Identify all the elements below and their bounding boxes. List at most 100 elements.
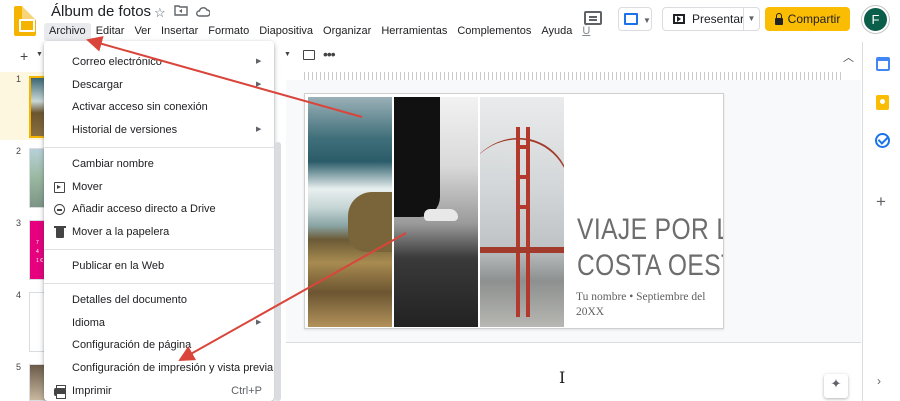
- menu-last-edit[interactable]: Ú: [577, 23, 595, 41]
- new-slide-icon[interactable]: +: [20, 48, 28, 64]
- menu-separator: [44, 147, 274, 148]
- cloud-icon[interactable]: [195, 5, 211, 20]
- menu-item-print-preview[interactable]: Configuración de impresión y vista previ…: [44, 358, 274, 380]
- menu-complementos[interactable]: Complementos: [452, 23, 536, 41]
- menu-editar[interactable]: Editar: [91, 23, 130, 41]
- menu-item-label: Activar acceso sin conexión: [72, 101, 208, 113]
- menu-item-publish[interactable]: Publicar en la Web: [44, 256, 274, 278]
- chevron-right-icon[interactable]: ›: [877, 374, 881, 388]
- menu-formato[interactable]: Formato: [203, 23, 254, 41]
- present-to-meeting-button[interactable]: ▼: [618, 7, 652, 31]
- horizontal-ruler: [304, 72, 844, 80]
- more-options-icon[interactable]: •••: [323, 46, 336, 62]
- calendar-icon[interactable]: [876, 57, 890, 71]
- menu-item-label: Correo electrónico: [72, 56, 162, 68]
- menu-item-rename[interactable]: Cambiar nombre: [44, 154, 274, 176]
- menu-item-download[interactable]: Descargar ▶: [44, 75, 274, 97]
- star-icon[interactable]: ☆: [154, 5, 166, 21]
- side-panel: + ›: [862, 42, 900, 401]
- slide-title[interactable]: VIAJE POR LA COSTA OESTE: [577, 212, 723, 284]
- menu-ayuda[interactable]: Ayuda: [536, 23, 577, 41]
- menu-scrollbar[interactable]: [275, 142, 281, 401]
- menu-diapositiva[interactable]: Diapositiva: [254, 23, 318, 41]
- person-walking-photo: [394, 97, 478, 327]
- menu-item-label: Publicar en la Web: [72, 260, 165, 272]
- comment-history-icon[interactable]: [584, 11, 602, 25]
- file-menu: Correo electrónico ▶ Descargar ▶ Activar…: [44, 41, 274, 401]
- slide-subtitle[interactable]: Tu nombre • Septiembre del 20XX: [576, 290, 723, 320]
- menu-item-label: Descargar: [72, 79, 123, 91]
- trash-icon: [54, 226, 66, 238]
- menu-separator: [44, 249, 274, 250]
- menu-item-version-history[interactable]: Historial de versiones ▶: [44, 120, 274, 142]
- folder-icon[interactable]: [174, 4, 188, 19]
- document-title[interactable]: Álbum de fotos: [51, 3, 151, 20]
- explore-button[interactable]: [824, 374, 848, 398]
- menu-insertar[interactable]: Insertar: [156, 23, 203, 41]
- menu-ver[interactable]: Ver: [129, 23, 156, 41]
- slide-number: 1: [16, 74, 22, 84]
- menu-item-email[interactable]: Correo electrónico ▶: [44, 52, 274, 74]
- menu-item-label: Idioma: [72, 317, 106, 329]
- menu-item-details[interactable]: Detalles del documento: [44, 290, 274, 312]
- golden-gate-bridge-photo: [480, 97, 564, 327]
- submenu-arrow-icon: ▶: [256, 58, 262, 65]
- menu-item-page-setup[interactable]: Configuración de página: [44, 335, 274, 357]
- slide-title-line: COSTA OESTE: [577, 249, 723, 282]
- menubar: Archivo Editar Ver Insertar Formato Diap…: [44, 23, 595, 41]
- upload-screen-icon: [624, 13, 638, 25]
- slide-subtitle-line: 20XX: [576, 306, 605, 318]
- menu-item-label: Configuración de impresión y vista previ…: [72, 362, 274, 374]
- slides-logo-icon[interactable]: [14, 6, 36, 36]
- menu-archivo[interactable]: Archivo: [44, 23, 91, 41]
- add-addon-icon[interactable]: +: [876, 192, 886, 212]
- lock-icon: [774, 12, 783, 25]
- menu-item-add-shortcut[interactable]: Añadir acceso directo a Drive: [44, 199, 274, 221]
- collapse-toolbar-icon[interactable]: ︿: [843, 49, 854, 65]
- menu-item-label: Detalles del documento: [72, 294, 187, 306]
- share-label: Compartir: [787, 12, 841, 26]
- add-comment-icon[interactable]: [303, 50, 315, 60]
- share-button[interactable]: Compartir: [765, 7, 850, 31]
- menu-herramientas[interactable]: Herramientas: [376, 23, 452, 41]
- drive-shortcut-icon: [54, 204, 65, 215]
- menu-organizar[interactable]: Organizar: [318, 23, 376, 41]
- coast-rocks-photo: [308, 97, 392, 327]
- menu-separator: [44, 283, 274, 284]
- menu-item-language[interactable]: Idioma ▶: [44, 313, 274, 335]
- text-cursor-icon: I: [559, 368, 566, 387]
- new-slide-chevron-icon[interactable]: ▼: [36, 51, 43, 58]
- menu-item-label: Historial de versiones: [72, 124, 178, 136]
- submenu-arrow-icon: ▶: [256, 81, 262, 88]
- menu-item-label: Imprimir: [72, 385, 112, 397]
- tasks-icon[interactable]: [875, 133, 890, 148]
- menu-item-label: Mover: [72, 181, 103, 193]
- chevron-down-icon: ▼: [643, 16, 651, 25]
- menu-item-label: Añadir acceso directo a Drive: [72, 203, 216, 215]
- print-icon: [54, 385, 66, 399]
- slide-number: 3: [16, 218, 22, 228]
- avatar[interactable]: F: [862, 6, 889, 33]
- layout-chevron-icon[interactable]: ▼: [284, 51, 291, 58]
- menu-item-trash[interactable]: Mover a la papelera: [44, 222, 274, 244]
- keep-icon[interactable]: [876, 95, 889, 110]
- menu-item-label: Configuración de página: [72, 339, 192, 351]
- slide-subtitle-line: Tu nombre • Septiembre del: [576, 291, 706, 303]
- bridge-tower: [516, 127, 530, 317]
- slide-number: 5: [16, 362, 22, 372]
- menu-item-move[interactable]: Mover: [44, 177, 274, 199]
- speaker-notes-area[interactable]: [286, 343, 861, 401]
- present-button[interactable]: Presentar ▼: [662, 7, 760, 31]
- current-slide[interactable]: VIAJE POR LA COSTA OESTE Tu nombre • Sep…: [304, 93, 724, 329]
- menu-item-print[interactable]: Imprimir Ctrl+P: [44, 381, 274, 401]
- present-label: Presentar: [692, 12, 745, 26]
- slide-title-line: VIAJE POR LA: [577, 213, 723, 246]
- menu-item-offline[interactable]: Activar acceso sin conexión: [44, 97, 274, 119]
- move-folder-icon: [54, 182, 65, 193]
- bridge-deck: [480, 247, 564, 253]
- menu-item-label: Mover a la papelera: [72, 226, 170, 238]
- menu-item-shortcut: Ctrl+P: [231, 385, 262, 397]
- present-dropdown-chevron-icon[interactable]: ▼: [743, 8, 759, 30]
- slide-number: 2: [16, 146, 22, 156]
- submenu-arrow-icon: ▶: [256, 319, 262, 326]
